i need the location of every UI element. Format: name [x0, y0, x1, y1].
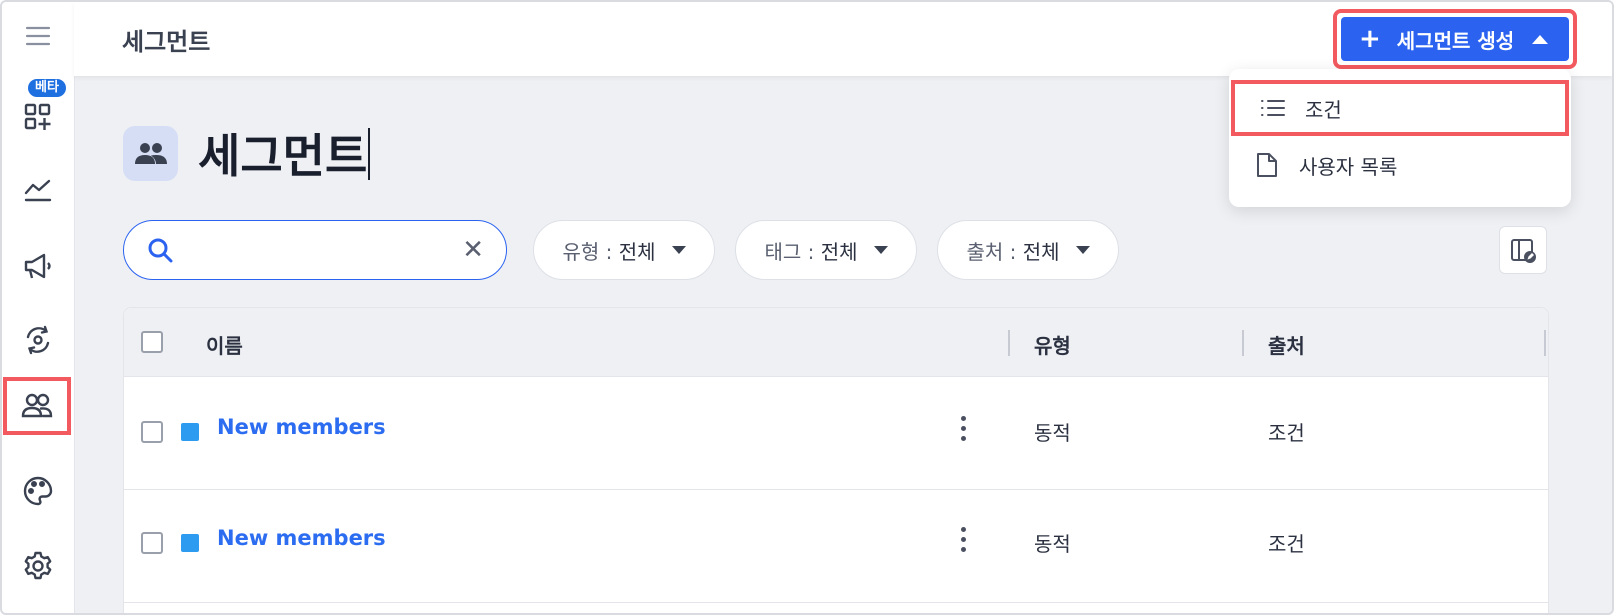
menu-item-user-list[interactable]: 사용자 목록: [1229, 137, 1571, 193]
header-title: 세그먼트: [122, 28, 211, 56]
segment-table: 이름 유형 출처 New members 동적 조건 New members 동…: [123, 307, 1549, 613]
table-row[interactable]: New members 동적 조건: [124, 377, 1548, 490]
column-header-type[interactable]: 유형: [1034, 330, 1071, 359]
filter-source-value: 전체: [1022, 239, 1060, 264]
more-options-icon[interactable]: [961, 527, 967, 557]
row-checkbox[interactable]: [141, 532, 163, 554]
search-input[interactable]: [188, 231, 462, 271]
table-header: 이름 유형 출처: [124, 308, 1548, 377]
search-box[interactable]: ✕: [123, 220, 507, 280]
segment-name-link[interactable]: New members: [217, 526, 386, 550]
segment-name-link[interactable]: New members: [217, 415, 386, 439]
users-icon[interactable]: [3, 377, 71, 435]
segment-color-swatch: [181, 534, 199, 552]
create-button-highlight: + 세그먼트 생성: [1333, 9, 1577, 69]
create-button-label: 세그먼트 생성: [1396, 28, 1515, 53]
segment-type: 동적: [1034, 532, 1071, 556]
column-resizer[interactable]: [1242, 330, 1244, 356]
column-resizer[interactable]: [1544, 330, 1546, 356]
column-settings-button[interactable]: [1499, 226, 1547, 274]
column-header-source[interactable]: 출처: [1268, 330, 1305, 359]
chart-line-icon[interactable]: [12, 166, 64, 214]
filter-type-value: 전체: [618, 239, 656, 264]
caret-down-icon: [873, 246, 888, 254]
column-header-name[interactable]: 이름: [206, 330, 243, 359]
more-options-icon[interactable]: [961, 416, 967, 446]
search-icon: [148, 238, 173, 263]
filter-source-key: 출처 :: [966, 239, 1017, 264]
app-window: 베타 세그먼트 + 세그먼트 생성 세그먼트 ✕ 유형: 전체 태그: 전체…: [0, 0, 1614, 615]
dashboard-add-icon[interactable]: [12, 93, 64, 141]
page-title[interactable]: 세그먼트: [198, 120, 367, 186]
create-segment-menu: 조건 사용자 목록: [1229, 69, 1571, 207]
column-settings-icon: [1511, 239, 1536, 263]
megaphone-icon[interactable]: [12, 242, 64, 290]
palette-icon[interactable]: [12, 467, 64, 515]
column-resizer[interactable]: [1008, 330, 1010, 356]
segment-source: 조건: [1268, 532, 1305, 556]
text-cursor: [368, 128, 370, 180]
segment-users-icon: [123, 126, 178, 181]
cycle-icon[interactable]: [12, 316, 64, 364]
filter-source[interactable]: 출처 : 전체: [937, 220, 1119, 280]
select-all-checkbox[interactable]: [141, 331, 163, 353]
filter-type[interactable]: 유형 : 전체: [533, 220, 715, 280]
caret-down-icon: [1075, 246, 1090, 254]
caret-down-icon: [671, 246, 686, 254]
menu-item-label: 조건: [1305, 97, 1342, 122]
create-segment-button[interactable]: + 세그먼트 생성: [1341, 17, 1569, 61]
menu-item-label: 사용자 목록: [1299, 154, 1398, 179]
segment-type: 동적: [1034, 421, 1071, 445]
row-checkbox[interactable]: [141, 421, 163, 443]
plus-icon: +: [1359, 24, 1381, 54]
filter-type-key: 유형 :: [562, 239, 613, 264]
clear-icon[interactable]: ✕: [462, 237, 484, 263]
gear-icon[interactable]: [12, 542, 64, 590]
segment-color-swatch: [181, 423, 199, 441]
caret-up-icon: [1532, 34, 1549, 44]
sidebar: 베타: [2, 2, 75, 613]
menu-icon[interactable]: [12, 12, 64, 60]
segment-source: 조건: [1268, 421, 1305, 445]
filter-tag-value: 전체: [820, 239, 858, 264]
document-icon: [1253, 151, 1281, 179]
menu-item-condition[interactable]: 조건: [1231, 80, 1569, 136]
filter-tag[interactable]: 태그 : 전체: [735, 220, 917, 280]
list-icon: [1259, 94, 1287, 122]
table-row[interactable]: New members 동적 조건: [124, 490, 1548, 603]
filter-tag-key: 태그 :: [764, 239, 815, 264]
